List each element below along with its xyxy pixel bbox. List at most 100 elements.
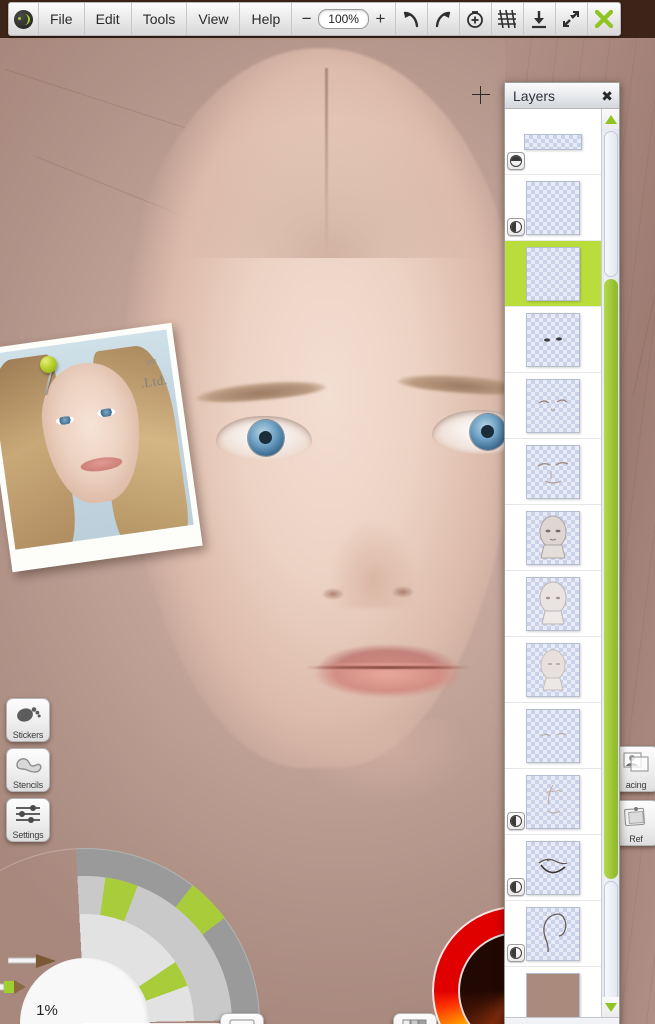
stickers-button[interactable]: Stickers xyxy=(6,698,50,742)
layer-thumbnail-art xyxy=(527,446,579,498)
close-icon[interactable]: ✖ xyxy=(601,89,613,103)
layer-row[interactable] xyxy=(505,175,601,241)
layer-thumbnail[interactable] xyxy=(526,708,580,763)
layer-row-selected[interactable] xyxy=(505,241,601,307)
footprint-icon xyxy=(15,702,41,726)
layers-panel-footer xyxy=(505,1017,619,1024)
redo-button[interactable] xyxy=(428,3,460,35)
presets-card-icon xyxy=(229,1017,255,1024)
settings-label: Settings xyxy=(12,830,44,840)
layer-thumbnail[interactable] xyxy=(526,444,580,499)
opacity-dial-icon xyxy=(510,881,522,893)
layer-thumbnail[interactable] xyxy=(526,906,580,961)
menu-tools[interactable]: Tools xyxy=(132,3,188,35)
layer-thumbnail-art xyxy=(527,380,579,432)
pinned-reference-photo[interactable]: ten .Ltd. xyxy=(0,322,203,573)
opacity-half xyxy=(511,882,516,892)
opacity-quarter xyxy=(511,156,521,161)
reference-clipboard-icon xyxy=(623,804,649,828)
layers-panel-body xyxy=(505,109,619,1017)
layer-thumbnail[interactable] xyxy=(526,246,580,301)
pin-head xyxy=(40,356,57,373)
scrollbar-thumb-upper[interactable] xyxy=(604,131,618,277)
app-logo-button[interactable] xyxy=(9,3,39,35)
layer-opacity-badge[interactable] xyxy=(507,944,525,962)
layer-row[interactable] xyxy=(505,505,601,571)
undo-arrow-icon xyxy=(404,11,419,28)
layer-thumbnail[interactable] xyxy=(526,510,580,565)
zoom-level-value[interactable]: 100% xyxy=(318,9,369,29)
layer-thumbnail[interactable] xyxy=(526,312,580,367)
menu-help[interactable]: Help xyxy=(240,3,293,35)
samples-swatch-grid-icon xyxy=(402,1017,428,1024)
layer-thumbnail[interactable] xyxy=(526,972,580,1017)
layer-thumbnail-art xyxy=(527,710,579,762)
layers-list[interactable] xyxy=(505,109,601,1017)
menu-file[interactable]: File xyxy=(39,3,85,35)
crosshair-cursor-icon xyxy=(472,86,490,104)
close-x-icon xyxy=(594,9,614,29)
portrait-chin xyxy=(260,718,510,868)
layer-row[interactable] xyxy=(505,769,601,835)
layer-row[interactable] xyxy=(505,637,601,703)
layer-row[interactable] xyxy=(505,901,601,967)
zoom-out-button[interactable]: − xyxy=(300,9,313,29)
layer-opacity-badge[interactable] xyxy=(507,812,525,830)
scrollbar-thumb[interactable] xyxy=(604,279,618,879)
portrait-nostril-left xyxy=(322,588,344,600)
layer-row[interactable] xyxy=(505,967,601,1017)
zoom-in-button[interactable]: + xyxy=(374,9,387,29)
fullscreen-button[interactable] xyxy=(556,3,588,35)
expand-arrows-icon xyxy=(563,11,580,27)
symmetry-button[interactable] xyxy=(460,3,492,35)
ref-label: Ref xyxy=(629,834,643,844)
layers-panel-title: Layers xyxy=(513,87,556,104)
settings-button[interactable]: Settings xyxy=(6,798,50,842)
layer-row[interactable] xyxy=(505,571,601,637)
layer-row[interactable] xyxy=(505,109,601,175)
layer-row[interactable] xyxy=(505,307,601,373)
opacity-dial-icon xyxy=(510,155,522,167)
layer-opacity-badge[interactable] xyxy=(507,152,525,170)
portrait-nose xyxy=(318,468,428,608)
brush-size-percent: 1% xyxy=(36,1002,58,1019)
layer-thumbnail[interactable] xyxy=(526,642,580,697)
layer-opacity-badge[interactable] xyxy=(507,878,525,896)
layer-row[interactable] xyxy=(505,703,601,769)
painting-canvas[interactable]: ten .Ltd. Stickers Stencils Settings 1% … xyxy=(0,38,655,1024)
scroll-up-button[interactable] xyxy=(602,109,619,129)
stencils-button[interactable]: Stencils xyxy=(6,748,50,792)
layer-thumbnail[interactable] xyxy=(526,774,580,829)
layer-thumbnail[interactable] xyxy=(526,576,580,631)
presets-button[interactable]: Presets xyxy=(220,1013,264,1024)
opacity-dial-icon xyxy=(510,815,522,827)
portrait-nostril-right xyxy=(392,586,414,598)
menu-bar: File Edit Tools View Help − 100% + xyxy=(8,2,621,36)
menu-edit[interactable]: Edit xyxy=(85,3,132,35)
portrait-lips xyxy=(300,638,475,708)
tracing-label: acing xyxy=(625,780,647,790)
menu-view[interactable]: View xyxy=(187,3,241,35)
close-button[interactable] xyxy=(588,3,620,35)
layer-thumbnail-art xyxy=(527,644,579,696)
redo-arrow-icon xyxy=(436,11,451,28)
layer-row[interactable] xyxy=(505,439,601,505)
layer-opacity-badge[interactable] xyxy=(507,218,525,236)
layer-thumbnail[interactable] xyxy=(526,378,580,433)
download-icon xyxy=(532,11,547,29)
layer-thumbnail[interactable] xyxy=(526,840,580,895)
layer-thumbnail-art xyxy=(527,512,579,564)
opacity-half xyxy=(511,222,516,232)
samples-button[interactable]: Samples xyxy=(393,1013,437,1024)
export-button[interactable] xyxy=(524,3,556,35)
grid-button[interactable] xyxy=(492,3,524,35)
layer-row[interactable] xyxy=(505,835,601,901)
layer-thumbnail[interactable] xyxy=(526,180,580,235)
layer-thumbnail[interactable] xyxy=(524,133,582,150)
undo-button[interactable] xyxy=(396,3,428,35)
layer-row[interactable] xyxy=(505,373,601,439)
layers-panel[interactable]: Layers ✖ xyxy=(504,82,620,1024)
layer-thumbnail-art xyxy=(525,135,581,149)
scroll-down-button[interactable] xyxy=(602,997,619,1017)
layers-scrollbar[interactable] xyxy=(601,109,619,1017)
